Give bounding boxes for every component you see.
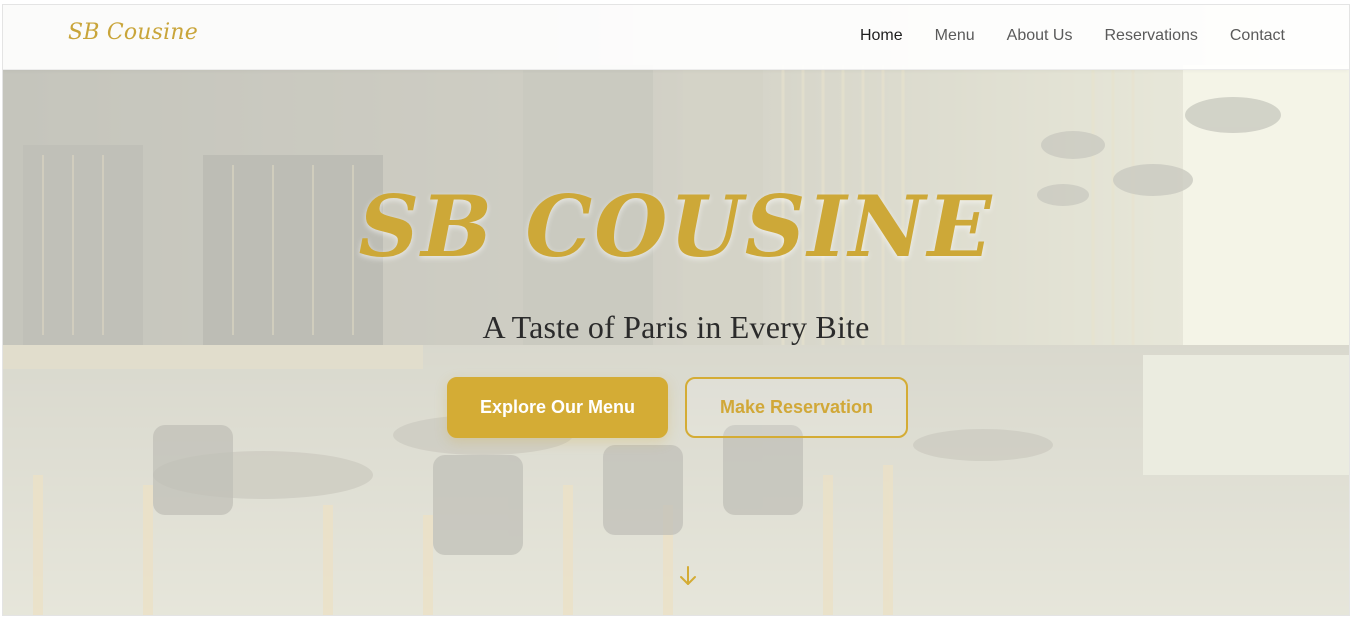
hero-title: SB COUSINE	[358, 177, 994, 276]
nav-link-about-us[interactable]: About Us	[1007, 27, 1073, 45]
page: SB Cousine Home Menu About Us Reservatio…	[2, 4, 1350, 616]
brand-logo[interactable]: SB Cousine	[68, 20, 198, 45]
main-nav: Home Menu About Us Reservations Contact	[860, 27, 1285, 45]
explore-menu-button[interactable]: Explore Our Menu	[447, 377, 668, 438]
make-reservation-button[interactable]: Make Reservation	[685, 377, 908, 438]
nav-link-contact[interactable]: Contact	[1230, 27, 1285, 45]
nav-link-reservations[interactable]: Reservations	[1104, 27, 1197, 45]
nav-link-home[interactable]: Home	[860, 27, 903, 45]
arrow-down-icon[interactable]	[679, 565, 697, 587]
hero-subtitle: A Taste of Paris in Every Bite	[482, 309, 870, 345]
nav-link-menu[interactable]: Menu	[935, 27, 975, 45]
navbar: SB Cousine Home Menu About Us Reservatio…	[3, 5, 1349, 70]
hero-buttons: Explore Our Menu Make Reservation	[447, 377, 908, 438]
